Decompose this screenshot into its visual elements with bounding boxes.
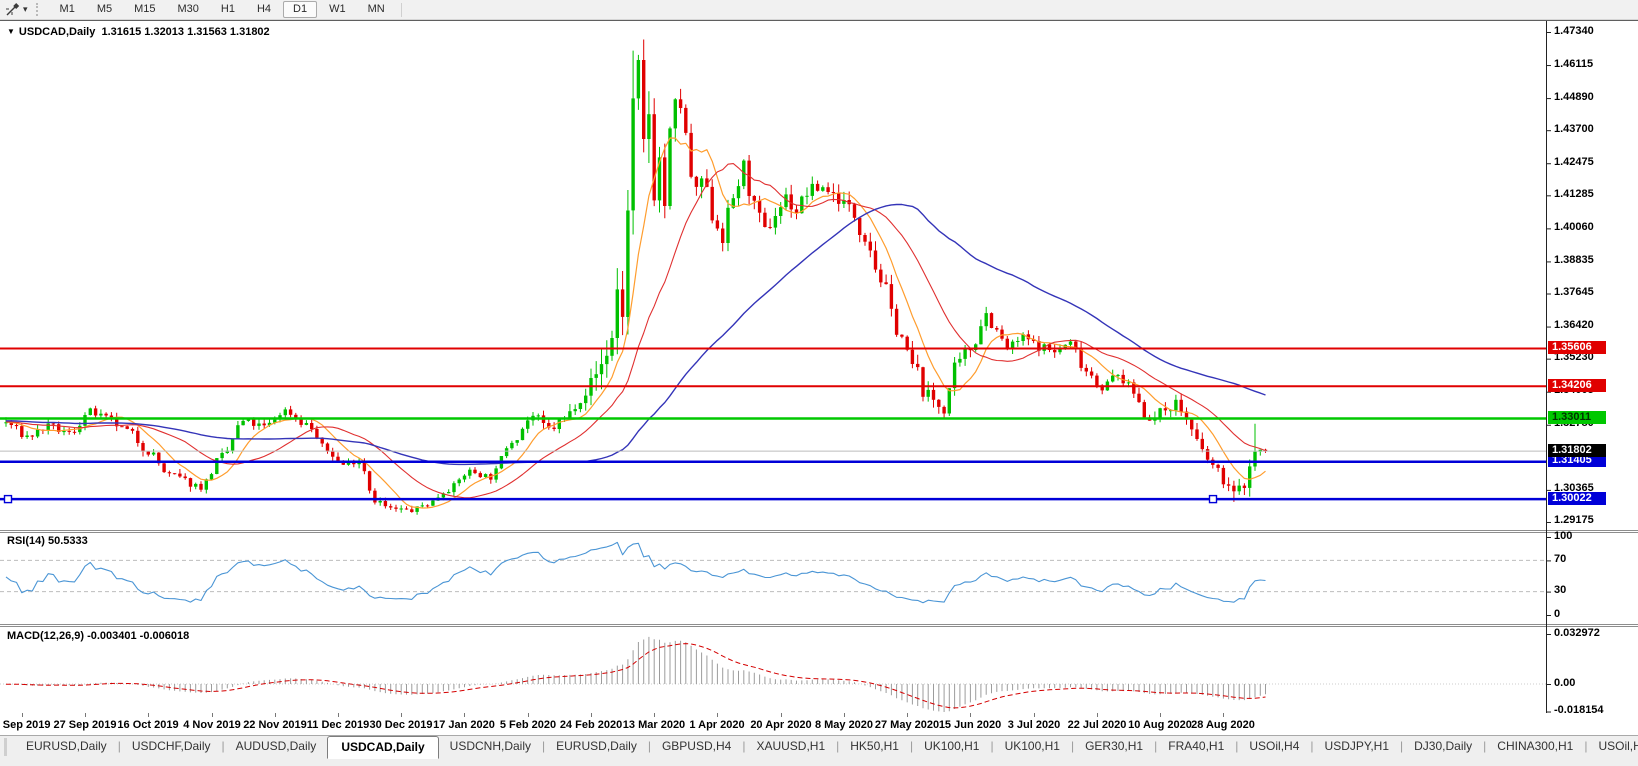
- chart-tabs: EURUSD,Daily|USDCHF,Daily|AUDUSD,DailyUS…: [15, 736, 1638, 759]
- candle-wicks-down: [11, 40, 1265, 513]
- chart-tab-3[interactable]: USDCAD,Daily: [327, 736, 438, 759]
- chart-tab-0[interactable]: EURUSD,Daily: [15, 736, 118, 757]
- ma-fast-line: [6, 138, 1266, 508]
- chart-tab-5[interactable]: EURUSD,Daily: [545, 736, 648, 757]
- trading-app-window: ▾ M1M5M15M30H1H4D1W1MN ▼ USDCAD,Daily 1.3…: [0, 0, 1638, 766]
- date-tick: [781, 713, 782, 717]
- date-tick: [591, 713, 592, 717]
- date-tick: [1160, 713, 1161, 717]
- date-label[interactable]: 27 Sep 2019: [50, 719, 120, 731]
- chart-tab-14[interactable]: USDJPY,H1: [1314, 736, 1400, 757]
- candle-wicks-up: [6, 51, 1260, 515]
- date-label[interactable]: 22 Jul 2020: [1062, 719, 1132, 731]
- chart-tab-6[interactable]: GBPUSD,H4: [651, 736, 742, 757]
- line-drag-handle[interactable]: [5, 496, 12, 503]
- timeframe-button-h1[interactable]: H1: [211, 1, 245, 18]
- date-axis[interactable]: 9 Sep 201927 Sep 201916 Oct 20194 Nov 20…: [0, 713, 1638, 735]
- chart-tab-2[interactable]: AUDUSD,Daily: [225, 736, 328, 757]
- macd-histogram: [6, 637, 1266, 712]
- date-tick: [1034, 713, 1035, 717]
- macd-signal-line: [6, 644, 1266, 708]
- timeframe-button-h4[interactable]: H4: [247, 1, 281, 18]
- timeframe-button-w1[interactable]: W1: [319, 1, 356, 18]
- crosshair-pointer-icon[interactable]: ▾: [3, 1, 30, 19]
- timeframe-button-m15[interactable]: M15: [124, 1, 165, 18]
- date-tick: [528, 713, 529, 717]
- chevron-down-icon[interactable]: ▾: [23, 4, 28, 15]
- crosshair-pointer-icon: [5, 2, 21, 17]
- ma-slow-line: [6, 205, 1266, 465]
- date-label[interactable]: 15 Jun 2020: [935, 719, 1005, 731]
- date-label[interactable]: 13 Mar 2020: [619, 719, 689, 731]
- date-tick: [1097, 713, 1098, 717]
- ma-mid-line: [6, 164, 1266, 498]
- date-label[interactable]: 27 May 2020: [872, 719, 942, 731]
- timeframe-button-mn[interactable]: MN: [358, 1, 395, 18]
- date-label[interactable]: 16 Oct 2019: [113, 719, 183, 731]
- date-tick: [970, 713, 971, 717]
- date-label[interactable]: 24 Feb 2020: [556, 719, 626, 731]
- date-tick: [654, 713, 655, 717]
- chart-tab-1[interactable]: USDCHF,Daily: [121, 736, 222, 757]
- date-label[interactable]: 9 Sep 2019: [0, 719, 57, 731]
- timeframe-button-m5[interactable]: M5: [87, 1, 122, 18]
- chart-tab-17[interactable]: USOil,H1: [1587, 736, 1638, 757]
- date-tick: [401, 713, 402, 717]
- date-label[interactable]: 28 Aug 2020: [1188, 719, 1258, 731]
- chart-tab-8[interactable]: HK50,H1: [839, 736, 910, 757]
- timeframe-toolbar: ▾ M1M5M15M30H1H4D1W1MN: [0, 0, 1638, 20]
- chart-title: ▼ USDCAD,Daily 1.31615 1.32013 1.31563 1.…: [7, 26, 270, 38]
- date-tick: [717, 713, 718, 717]
- chart-tab-13[interactable]: USOil,H4: [1238, 736, 1310, 757]
- chart-tab-4[interactable]: USDCNH,Daily: [439, 736, 542, 757]
- date-label[interactable]: 1 Apr 2020: [682, 719, 752, 731]
- rsi-indicator-label: RSI(14) 50.5333: [7, 535, 88, 547]
- date-tick: [464, 713, 465, 717]
- date-label[interactable]: 10 Aug 2020: [1125, 719, 1195, 731]
- date-tick: [275, 713, 276, 717]
- date-tick: [85, 713, 86, 717]
- toolbar-grip: [36, 3, 42, 16]
- date-label[interactable]: 4 Nov 2019: [177, 719, 247, 731]
- macd-indicator-label: MACD(12,26,9) -0.003401 -0.006018: [7, 630, 189, 642]
- rsi-line: [6, 542, 1266, 602]
- date-label[interactable]: 3 Jul 2020: [999, 719, 1069, 731]
- date-label[interactable]: 17 Jan 2020: [429, 719, 499, 731]
- timeframe-button-d1[interactable]: D1: [283, 1, 317, 18]
- date-label[interactable]: 22 Nov 2019: [240, 719, 310, 731]
- timeframe-buttons: M1M5M15M30H1H4D1W1MN: [49, 1, 396, 18]
- timeframe-button-m30[interactable]: M30: [168, 1, 209, 18]
- date-label[interactable]: 20 Apr 2020: [746, 719, 816, 731]
- date-label[interactable]: 5 Feb 2020: [493, 719, 563, 731]
- chart-canvas[interactable]: [0, 21, 1638, 714]
- symbol-period-label: USDCAD,Daily: [19, 26, 95, 38]
- chart-tab-12[interactable]: FRA40,H1: [1157, 736, 1235, 757]
- date-label[interactable]: 8 May 2020: [809, 719, 879, 731]
- chart-tab-16[interactable]: CHINA300,H1: [1486, 736, 1584, 757]
- date-tick: [1223, 713, 1224, 717]
- chart-tab-10[interactable]: UK100,H1: [994, 736, 1071, 757]
- date-tick: [22, 713, 23, 717]
- chart-tab-bar: EURUSD,Daily|USDCHF,Daily|AUDUSD,DailyUS…: [0, 735, 1638, 766]
- date-label[interactable]: 30 Dec 2019: [366, 719, 436, 731]
- timeframe-button-m1[interactable]: M1: [50, 1, 85, 18]
- chart-tab-9[interactable]: UK100,H1: [913, 736, 990, 757]
- line-drag-handle[interactable]: [1210, 496, 1217, 503]
- date-tick: [212, 713, 213, 717]
- date-tick: [907, 713, 908, 717]
- date-tick: [148, 713, 149, 717]
- ohlc-values: 1.31615 1.32013 1.31563 1.31802: [101, 26, 269, 38]
- toolbar-separator: [401, 3, 402, 17]
- chart-tab-11[interactable]: GER30,H1: [1074, 736, 1154, 757]
- date-label[interactable]: 11 Dec 2019: [303, 719, 373, 731]
- chart-tab-7[interactable]: XAUUSD,H1: [745, 736, 836, 757]
- tabbar-grip: [4, 738, 7, 756]
- date-tick: [338, 713, 339, 717]
- collapse-triangle-icon[interactable]: ▼: [7, 27, 15, 36]
- date-tick: [844, 713, 845, 717]
- chart-tab-15[interactable]: DJ30,Daily: [1403, 736, 1483, 757]
- chart-window: ▼ USDCAD,Daily 1.31615 1.32013 1.31563 1.…: [0, 20, 1638, 714]
